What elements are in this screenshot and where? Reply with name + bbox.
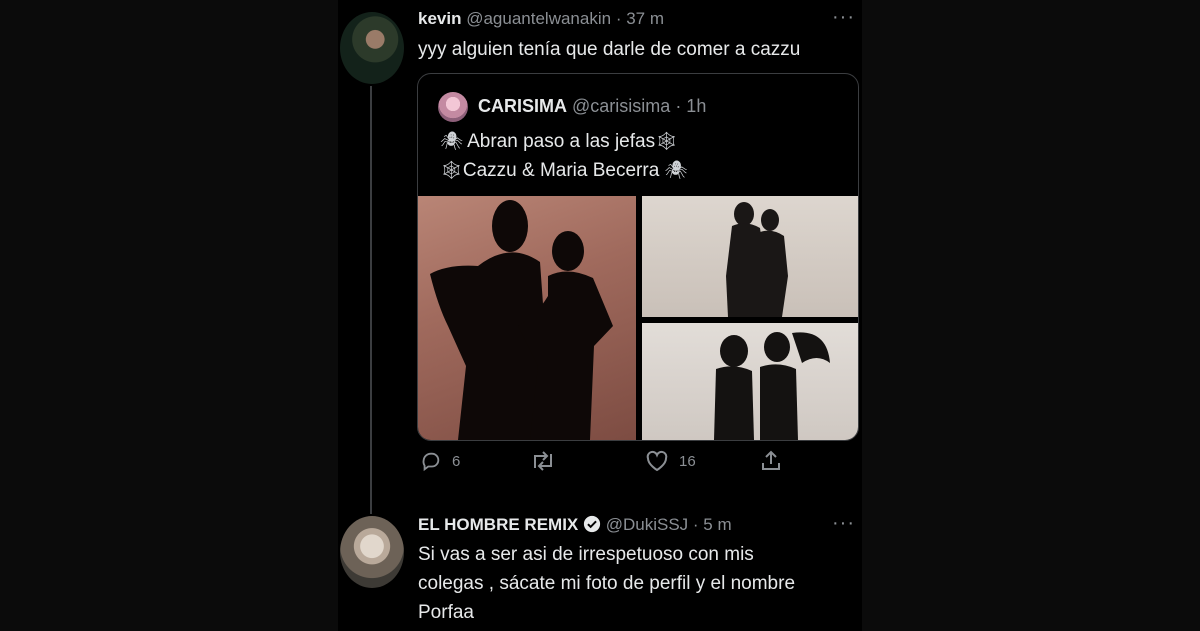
quote-timestamp: · 1h [675,96,707,116]
spider-icon: 🕷 [440,131,463,151]
share-icon [762,450,780,470]
avatar-el-hombre-remix[interactable] [340,516,404,588]
media-image-photo-2[interactable] [642,323,858,440]
tweet1-author-name[interactable]: kevin [418,9,461,28]
quote-author-name: CARISIMA [478,96,567,116]
quoted-tweet-card[interactable]: CARISIMA @carisisima · 1h 🕷 Abran paso a… [417,73,859,441]
share-button[interactable] [760,450,782,472]
tweet2-timestamp[interactable]: · 5 m [693,515,732,534]
tweet2-header: EL HOMBRE REMIX @DukiSSJ · 5 m [418,515,732,535]
like-count: 16 [679,452,696,470]
quote-line-2-text: Cazzu & Maria Becerra [462,160,660,181]
spider-icon: 🕷 [664,160,688,180]
reply-count: 6 [452,452,461,470]
reply-icon [422,452,440,472]
tweet2-text-line-3: Porfaa [418,602,474,623]
tweet2-author-name[interactable]: EL HOMBRE REMIX [418,515,578,534]
quote-text-line-1: 🕷 Abran paso a las jefas🕸 [440,131,678,153]
tweet1-timestamp[interactable]: · 37 m [616,9,664,28]
silhouettes-illustration [430,200,613,440]
photo-1-illustration [726,202,788,317]
media-image-silhouettes[interactable] [418,196,636,440]
quote-header: CARISIMA @carisisima · 1h [478,96,706,117]
thread-connector-line [370,86,372,514]
retweet-button[interactable] [530,450,556,472]
media-image-photo-1[interactable] [642,196,858,317]
tweet1-more-icon[interactable]: ··· [832,6,855,29]
spider-web-icon: 🕸 [655,131,678,151]
quote-line-1-text: Abran paso a las jefas [467,131,656,152]
verified-badge-icon [583,515,601,533]
quote-handle: @carisisima [572,96,671,116]
tweet2-text-line-1: Si vas a ser asi de irrespetuoso con mis [418,544,754,565]
reply-button[interactable]: 6 [420,450,460,472]
like-button[interactable]: 16 [645,450,696,472]
tweet2-text-line-2: colegas , sácate mi foto de perfil y el … [418,573,796,594]
spider-web-icon: 🕸 [440,160,463,180]
photo-2-illustration [714,332,830,440]
quote-text-line-2: 🕸Cazzu & Maria Becerra 🕷 [440,160,687,182]
tweet1-text: yyy alguien tenía que darle de comer a c… [418,39,801,60]
tweet2-handle[interactable]: @DukiSSJ [606,515,688,534]
tweet2-text: Si vas a ser asi de irrespetuoso con mis… [418,540,795,627]
tweet2-more-icon[interactable]: ··· [832,512,855,535]
tweet1-header: kevin @aguantelwanakin · 37 m [418,9,664,29]
retweet-icon [534,451,552,471]
avatar-kevin[interactable] [340,12,404,84]
avatar-carisima [438,92,468,122]
heart-icon [646,450,668,472]
tweet1-handle[interactable]: @aguantelwanakin [466,9,611,28]
